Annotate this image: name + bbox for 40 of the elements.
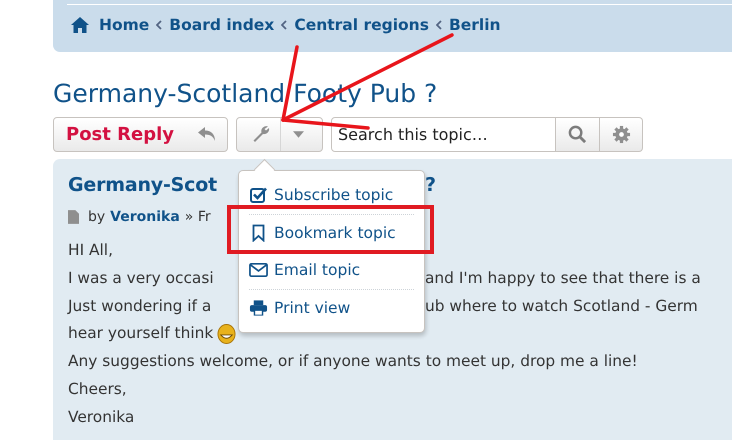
post-text: Any suggestions welcome, or if anyone wants to meet up, drop me a line! [68, 351, 638, 372]
post-text: HI All, [68, 240, 113, 261]
post-title: ? [425, 174, 437, 196]
document-icon [68, 210, 79, 224]
chevron-left-icon [281, 20, 288, 30]
post-text: hear yourself think [68, 323, 214, 344]
search-icon [568, 124, 587, 144]
post-text: and I'm happy to see that there is a [425, 268, 702, 289]
envelope-icon [249, 261, 268, 280]
menu-item[interactable]: Bookmark topic [249, 214, 414, 251]
settings-icon [612, 124, 630, 144]
chevron-left-icon [436, 20, 442, 30]
post-title: Germany-Scot [68, 174, 218, 196]
breadcrumb-link[interactable]: Central regions [294, 16, 429, 34]
home-icon [70, 16, 90, 34]
author-link[interactable]: Veronika [110, 209, 180, 225]
search-button[interactable] [556, 116, 600, 152]
wrench-icon [251, 124, 271, 144]
printer-icon [249, 298, 268, 317]
byline-text: by [88, 209, 106, 225]
checkbox-icon [249, 186, 268, 204]
date-text: » Fr [184, 209, 211, 225]
post-text: I was a very occasi [68, 268, 215, 289]
menu-item[interactable]: Print view [249, 288, 414, 326]
post-text: Cheers, [68, 378, 127, 400]
post-reply-button[interactable]: Post Reply [53, 116, 228, 152]
settings-button[interactable] [600, 116, 643, 152]
breadcrumb-link[interactable]: Board index [169, 16, 274, 34]
search-field[interactable]: Search this topic… [331, 116, 556, 152]
post-text: Veronika [68, 406, 134, 428]
breadcrumb-link[interactable]: Berlin [448, 16, 501, 34]
post-text: ub where to watch Scotland - Germ [425, 296, 699, 317]
menu-item[interactable]: Subscribe topic [249, 177, 414, 214]
tools-button[interactable] [236, 116, 323, 152]
caret-down-icon [293, 130, 304, 138]
breadcrumb-link[interactable]: Home [99, 16, 150, 34]
post-text: Just wondering if a [68, 296, 212, 317]
chevron-left-icon [156, 20, 162, 30]
menu-item[interactable]: Email topic [249, 251, 414, 288]
reply-icon [197, 126, 217, 142]
